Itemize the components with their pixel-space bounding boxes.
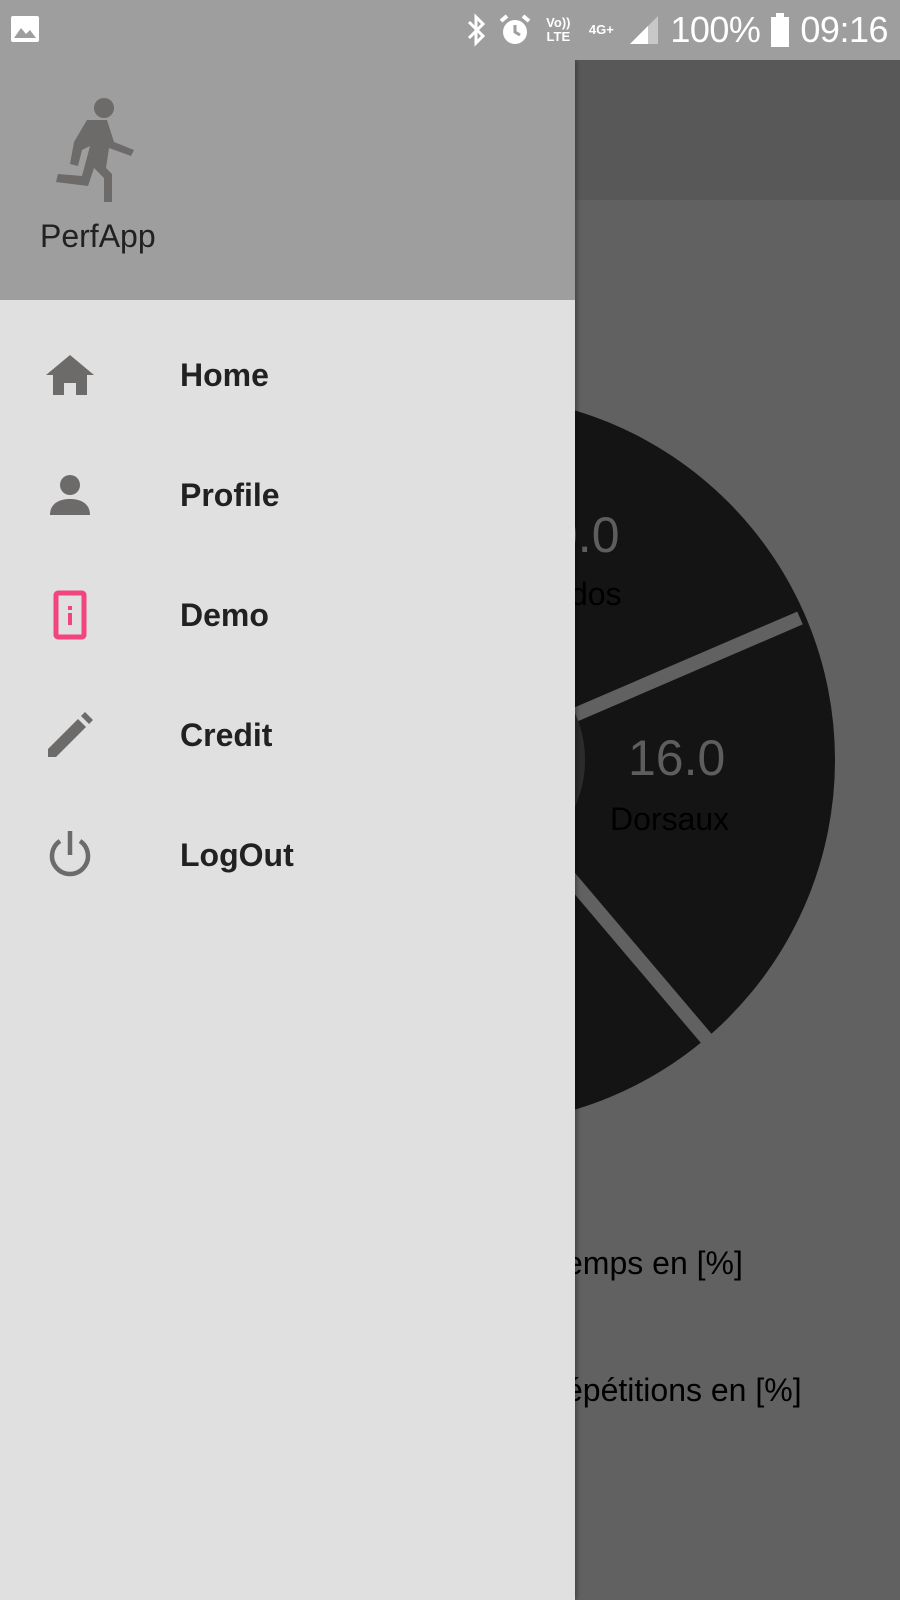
clock: 09:16 [800,9,888,50]
battery-percent: 100% [670,9,761,50]
drawer-header: PerfApp [0,60,575,300]
alarm-icon [500,14,531,44]
menu-item-label: Home [180,356,269,393]
drawer-menu: Home Profile Demo Credit LogOut [0,315,575,915]
legend-item-time: emps en [%] [565,1245,743,1281]
menu-item-label: LogOut [180,836,294,873]
signal-icon [630,16,659,44]
slice-value-2: 16.0 [628,730,725,786]
menu-item-label: Credit [180,716,273,753]
menu-item-label: Profile [180,476,280,513]
menu-item-logout[interactable]: LogOut [0,795,575,915]
person-icon [44,469,96,521]
menu-item-profile[interactable]: Profile [0,435,575,555]
demo-icon [44,589,96,641]
legend-item-reps: épétitions en [%] [565,1372,802,1408]
navigation-drawer: PerfApp Home Profile Demo Credit LogOut [0,60,575,1600]
home-icon [44,349,96,401]
pencil-icon [44,709,96,761]
slice-label-1: dos [570,576,622,612]
power-icon [44,829,96,881]
bluetooth-icon [468,13,486,47]
menu-item-credit[interactable]: Credit [0,675,575,795]
battery-icon [771,13,790,47]
menu-item-demo[interactable]: Demo [0,555,575,675]
menu-item-home[interactable]: Home [0,315,575,435]
running-person-icon [56,98,134,202]
slice-label-2: Dorsaux [610,801,729,837]
volte-icon: Vo)) LTE [546,15,571,44]
image-icon [11,16,39,42]
status-bar: Vo)) LTE 4G+ 100% 09:16 [0,0,900,60]
menu-item-label: Demo [180,596,269,633]
network-4g-icon: 4G+ [588,22,614,37]
app-name: PerfApp [40,218,156,254]
